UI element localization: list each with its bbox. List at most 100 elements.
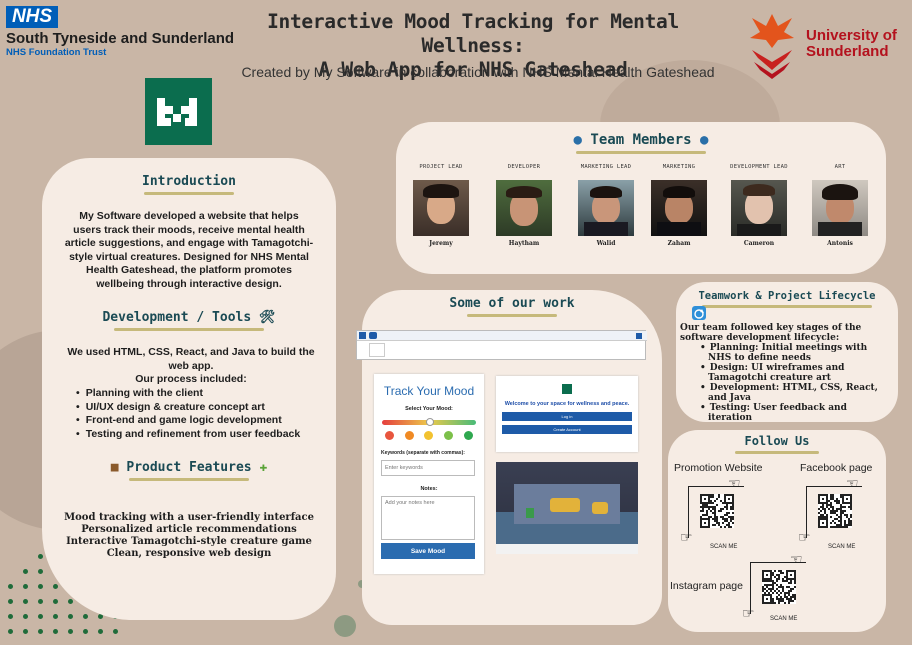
- welcome-card: Welcome to your space for wellness and p…: [496, 376, 638, 452]
- list-item: Testing and refinement from user feedbac…: [76, 428, 326, 442]
- member-name: Cameron: [743, 240, 775, 247]
- pointing-hand-icon: ☞: [680, 530, 693, 546]
- development-heading: Development / Tools 🛠: [102, 310, 276, 325]
- feature-item: Mood tracking with a user-friendly inter…: [64, 512, 314, 523]
- heading-underline: [467, 314, 557, 317]
- box-icon: ■: [110, 460, 119, 475]
- decorative-dot: [38, 629, 43, 634]
- login-button[interactable]: Log in: [502, 412, 632, 421]
- notes-label: Notes:: [420, 486, 438, 492]
- lifecycle-list: Planning: Initial meetings with NHS to d…: [696, 343, 892, 423]
- heading-underline: [576, 151, 706, 154]
- member-photo: [413, 180, 469, 236]
- qr-frame: [750, 562, 806, 614]
- facebook-label: Facebook page: [800, 462, 873, 474]
- heading-underline: [129, 478, 249, 481]
- university-name: University of Sunderland: [806, 28, 897, 60]
- person-icon: ●: [573, 132, 582, 148]
- app-logo-icon: [562, 384, 572, 394]
- feature-item: Personalized article recommendations: [81, 524, 297, 535]
- team-member: DEVELOPER Haytham: [493, 164, 555, 247]
- team-member: MARKETING LEAD Walid: [575, 164, 637, 247]
- features-heading: ■ Product Features ✚: [42, 460, 336, 475]
- follow-heading: Follow Us: [744, 434, 810, 448]
- decorative-dot: [23, 629, 28, 634]
- lifecycle-heading: Teamwork & Project Lifecycle: [698, 290, 876, 302]
- happy-face-icon[interactable]: [444, 431, 454, 440]
- introduction-body: My Software developed a website that hel…: [64, 210, 314, 290]
- keywords-label: Keywords (separate with commas):: [381, 450, 465, 456]
- member-role: DEVELOPER: [507, 164, 541, 170]
- keywords-input[interactable]: [381, 460, 475, 476]
- member-name: Antonis: [827, 240, 853, 247]
- website-navbar: [357, 331, 647, 341]
- list-item: UI/UX design & creature concept art: [76, 401, 326, 415]
- decorative-dot: [68, 599, 73, 604]
- team-member: ART Antonis: [809, 164, 871, 247]
- decorative-dot: [23, 614, 28, 619]
- game-chair: [592, 502, 608, 514]
- save-mood-button[interactable]: Save Mood: [381, 543, 475, 559]
- heading-underline: [735, 451, 819, 454]
- lifecycle-content: Our team followed key stages of the soft…: [680, 323, 892, 423]
- decorative-dot: [53, 599, 58, 604]
- member-name: Walid: [596, 240, 616, 247]
- decorative-dot: [98, 629, 103, 634]
- website-menu-icon: [636, 333, 642, 339]
- create-account-button[interactable]: Create Account: [502, 425, 632, 434]
- decorative-dot: [8, 584, 13, 589]
- refresh-icon: [692, 306, 706, 320]
- m-pixel-logo-icon: [157, 98, 197, 126]
- list-item: Planning: Initial meetings with NHS to d…: [708, 343, 892, 363]
- neutral-face-icon[interactable]: [424, 431, 434, 440]
- decorative-dot: [53, 614, 58, 619]
- sunderland-logo-icon: [750, 14, 794, 79]
- trust-subtitle: NHS Foundation Trust: [6, 47, 107, 58]
- team-members-panel: ● Team Members ● PROJECT LEAD Jeremy DEV…: [396, 122, 886, 274]
- team-member: DEVELOPMENT LEAD Cameron: [728, 164, 790, 247]
- welcome-text: Welcome to your space for wellness and p…: [504, 401, 630, 407]
- decorative-dot: [113, 629, 118, 634]
- features-list: Mood tracking with a user-friendly inter…: [56, 512, 322, 560]
- introduction-panel: Introduction My Software developed a web…: [42, 158, 336, 620]
- team-heading-text: Team Members: [590, 132, 692, 148]
- member-role: MARKETING: [662, 164, 696, 170]
- very-happy-face-icon[interactable]: [463, 431, 473, 440]
- decorative-dot: [8, 599, 13, 604]
- nhs-logo: NHS: [6, 6, 58, 28]
- pointing-hand-icon: ☜: [728, 476, 741, 492]
- team-member: PROJECT LEAD Jeremy: [410, 164, 472, 247]
- background-blob: [334, 615, 356, 637]
- decorative-dot: [53, 629, 58, 634]
- website-sidebar: [369, 343, 385, 357]
- list-item: Design: UI wireframes and Tamagotchi cre…: [708, 363, 892, 383]
- member-photo: [651, 180, 707, 236]
- mood-tracker-card: Track Your Mood Select Your Mood: Keywor…: [374, 374, 484, 574]
- very-sad-face-icon[interactable]: [385, 431, 395, 440]
- member-role: DEVELOPMENT LEAD: [730, 164, 788, 170]
- list-item: Testing: User feedback and iteration: [708, 403, 892, 423]
- notes-textarea[interactable]: [381, 496, 475, 540]
- team-heading: ● Team Members ●: [396, 132, 886, 148]
- pointing-hand-icon: ☞: [742, 606, 755, 622]
- mood-slider[interactable]: [382, 418, 476, 426]
- decorative-dot: [23, 584, 28, 589]
- game-toolbar: [496, 544, 638, 554]
- mood-slider-thumb[interactable]: [426, 418, 434, 426]
- member-name: Haytham: [508, 240, 540, 247]
- member-role: PROJECT LEAD: [419, 164, 463, 170]
- puzzle-icon: ✚: [259, 460, 268, 475]
- instagram-label: Instagram page: [670, 580, 743, 592]
- heading-underline: [702, 305, 872, 308]
- promotion-label: Promotion Website: [674, 462, 763, 474]
- sad-face-icon[interactable]: [404, 431, 414, 440]
- scan-me-label: SCAN ME: [710, 544, 738, 550]
- member-photo: [731, 180, 787, 236]
- feature-item: Interactive Tamagotchi-style creature ga…: [66, 536, 312, 547]
- scan-me-label: SCAN ME: [770, 616, 798, 622]
- university-line-1: University of: [806, 27, 897, 44]
- heading-underline: [114, 328, 264, 331]
- work-heading: Some of our work: [449, 296, 575, 311]
- qr-frame: [806, 486, 862, 538]
- university-line-2: Sunderland: [806, 43, 889, 60]
